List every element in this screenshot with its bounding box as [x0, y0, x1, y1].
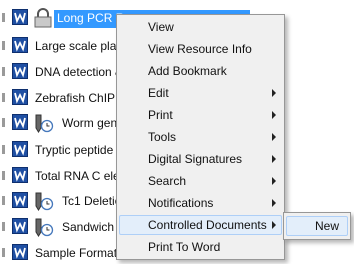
menu-item-label: Notifications	[148, 196, 214, 210]
row-marker	[2, 171, 5, 180]
file-name: Total RNA C eleg	[35, 169, 127, 183]
row-marker	[2, 67, 5, 76]
menu-item-label: Search	[148, 174, 187, 188]
row-marker	[2, 145, 5, 154]
word-document-icon	[12, 218, 28, 234]
file-name: Worm genc	[62, 116, 124, 130]
submenu-arrow-icon	[272, 155, 276, 163]
menu-item-view-resource-info[interactable]: View Resource Info	[119, 39, 282, 59]
submenu-item-new[interactable]: New	[286, 216, 348, 236]
submenu-arrow-icon	[272, 177, 276, 185]
menu-item-label: Controlled Documents	[148, 218, 267, 232]
submenu-arrow-icon	[272, 111, 276, 119]
submenu-item-label: New	[314, 219, 339, 233]
menu-item-label: Edit	[148, 86, 169, 100]
file-name: Zebrafish ChIP A	[35, 91, 126, 105]
row-marker	[2, 222, 5, 231]
file-name: Tryptic peptide m	[35, 143, 127, 157]
menu-item-label: View	[148, 20, 174, 34]
submenu-arrow-icon	[272, 221, 276, 229]
controlled-documents-submenu: New	[283, 212, 351, 240]
menu-item-controlled-documents[interactable]: Controlled Documents	[119, 215, 282, 235]
menu-item-label: Print To Word	[148, 240, 221, 254]
menu-item-label: View Resource Info	[148, 42, 252, 56]
submenu-arrow-icon	[272, 199, 276, 207]
word-document-icon	[12, 192, 28, 208]
word-document-icon	[12, 114, 28, 130]
word-document-icon	[12, 141, 28, 157]
submenu-arrow-icon	[272, 133, 276, 141]
menu-item-print-to-word[interactable]: Print To Word	[119, 237, 282, 257]
menu-item-label: Print	[148, 108, 173, 122]
row-marker	[2, 93, 5, 102]
menu-item-label: Digital Signatures	[148, 152, 243, 166]
word-document-icon	[12, 9, 28, 25]
menu-item-print[interactable]: Print	[119, 105, 282, 125]
row-marker	[2, 118, 5, 127]
file-name: Sample Format F	[35, 246, 128, 260]
pending-workflow-icon	[32, 217, 54, 237]
submenu-arrow-icon	[272, 89, 276, 97]
menu-item-view[interactable]: View	[119, 17, 282, 37]
pending-workflow-icon	[32, 113, 54, 133]
row-marker	[2, 248, 5, 257]
word-document-icon	[12, 63, 28, 79]
menu-item-notifications[interactable]: Notifications	[119, 193, 282, 213]
word-document-icon	[12, 89, 28, 105]
menu-item-digital-signatures[interactable]: Digital Signatures	[119, 149, 282, 169]
word-document-icon	[12, 37, 28, 53]
menu-item-search[interactable]: Search	[119, 171, 282, 191]
pending-workflow-icon	[32, 191, 54, 211]
context-menu: View View Resource Info Add Bookmark Edi…	[116, 14, 285, 260]
menu-item-label: Add Bookmark	[148, 64, 227, 78]
word-document-icon	[12, 244, 28, 260]
menu-item-edit[interactable]: Edit	[119, 83, 282, 103]
file-name: Tc1 Deletio	[62, 194, 122, 208]
menu-item-add-bookmark[interactable]: Add Bookmark	[119, 61, 282, 81]
locked-document-icon	[32, 8, 54, 28]
word-document-icon	[12, 167, 28, 183]
file-name: DNA detection &	[35, 65, 124, 79]
row-marker	[2, 41, 5, 50]
row-marker	[2, 13, 5, 22]
menu-item-label: Tools	[148, 130, 177, 144]
row-marker	[2, 196, 5, 205]
menu-item-tools[interactable]: Tools	[119, 127, 282, 147]
